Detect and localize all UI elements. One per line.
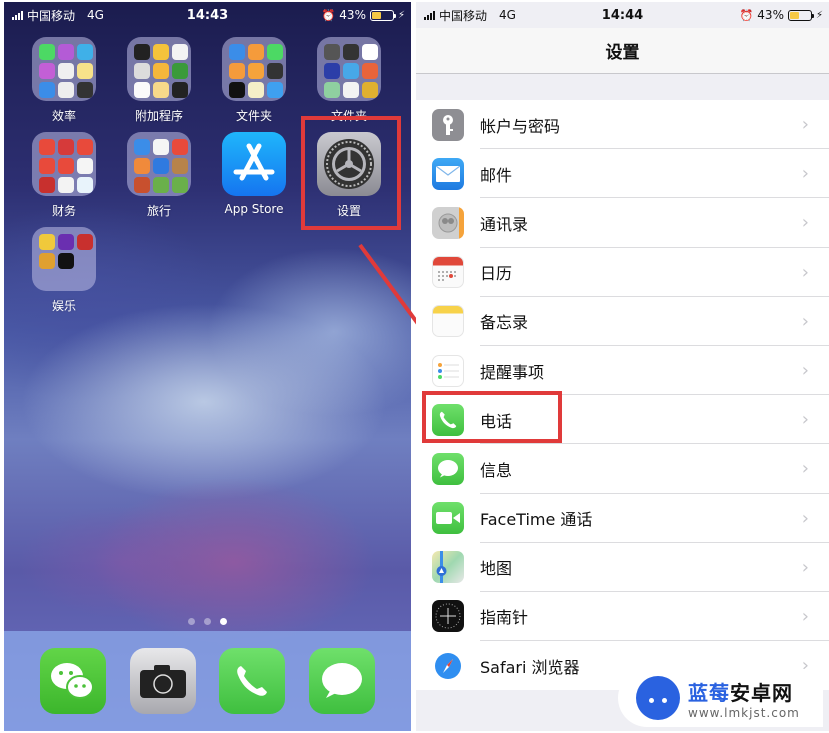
settings-item-accounts[interactable]: 帐户与密码 ›: [416, 100, 829, 150]
network-type: 4G: [499, 8, 516, 22]
dock: [4, 631, 411, 731]
messages-icon: [432, 452, 464, 485]
signal-icon: [12, 10, 23, 20]
settings-item-messages[interactable]: 信息 ›: [416, 444, 829, 494]
page-title: 设置: [416, 28, 829, 74]
folder-icon: [32, 132, 96, 196]
folder-icon: [127, 37, 191, 101]
app-label: 娱乐: [51, 299, 76, 313]
home-screen: 中国移动 4G 14:43 ⏰ 43% ⚡ 效率 附加程序 文件夹 文件夹 财务…: [4, 2, 411, 731]
chevron-right-icon: ›: [801, 458, 809, 480]
settings-item-notes[interactable]: 备忘录 ›: [416, 297, 829, 347]
app-label: 效率: [51, 109, 76, 123]
chevron-right-icon: ›: [801, 409, 809, 431]
watermark: 蓝莓安卓网 www.lmkjst.com: [618, 669, 823, 727]
chevron-right-icon: ›: [801, 163, 809, 185]
battery-icon: [369, 9, 396, 21]
maps-icon: [432, 551, 464, 584]
key-icon: [432, 108, 464, 141]
watermark-brand: 蓝莓安卓网: [688, 680, 793, 705]
app-label: App Store: [224, 202, 284, 216]
folder-icon: [222, 37, 286, 101]
charging-icon: ⚡: [815, 9, 823, 21]
phone-icon[interactable]: [219, 648, 286, 714]
settings-item-label: 帐户与密码: [480, 116, 561, 136]
alarm-icon: ⏰: [739, 8, 754, 22]
android-logo-icon: [636, 676, 680, 720]
mail-icon: [432, 157, 464, 190]
settings-item-maps[interactable]: 地图 ›: [416, 543, 829, 593]
chevron-right-icon: ›: [801, 605, 809, 627]
settings-item-label: 通讯录: [480, 214, 529, 234]
chevron-right-icon: ›: [801, 310, 809, 332]
folder-entertainment[interactable]: 娱乐: [27, 227, 101, 314]
folder-icon: [317, 37, 381, 101]
messages-icon[interactable]: [309, 648, 376, 714]
settings-item-label: 邮件: [480, 165, 513, 185]
app-label: 文件夹: [235, 109, 272, 123]
chevron-right-icon: ›: [801, 114, 809, 136]
settings-screen: 中国移动 4G 14:44 ⏰ 43% ⚡ 设置 帐户与密码 › 邮件 › 通讯…: [416, 2, 829, 731]
settings-item-label: 备忘录: [480, 313, 529, 333]
chevron-right-icon: ›: [801, 556, 809, 578]
chevron-right-icon: ›: [801, 261, 809, 283]
folder-icon: [127, 132, 191, 196]
status-bar: 中国移动 4G 14:44 ⏰ 43% ⚡: [416, 2, 829, 28]
chevron-right-icon: ›: [801, 212, 809, 234]
settings-item-label: 信息: [480, 460, 513, 480]
status-bar: 中国移动 4G 14:43 ⏰ 43% ⚡: [4, 2, 411, 28]
carrier: 中国移动: [439, 8, 488, 23]
chevron-right-icon: ›: [801, 360, 809, 382]
settings-item-mail[interactable]: 邮件 ›: [416, 149, 829, 199]
page-indicator[interactable]: [4, 618, 411, 625]
battery-percent: 43%: [339, 8, 366, 22]
app-label: 财务: [51, 204, 76, 218]
wechat-icon[interactable]: [39, 648, 106, 714]
watermark-url: www.lmkjst.com: [688, 705, 800, 720]
folder-finance[interactable]: 财务: [27, 132, 101, 219]
carrier: 中国移动: [27, 8, 76, 23]
settings-item-label: 指南针: [480, 608, 529, 628]
page-dot[interactable]: [188, 618, 195, 625]
alarm-icon: ⏰: [321, 8, 336, 22]
folder-files-2[interactable]: 文件夹: [312, 37, 386, 124]
battery-icon: [787, 9, 814, 21]
network-type: 4G: [87, 8, 104, 22]
contacts-icon: [432, 206, 464, 239]
folder-travel[interactable]: 旅行: [122, 132, 196, 219]
settings-item-label: FaceTime 通话: [480, 510, 593, 530]
app-store-icon: [222, 132, 286, 196]
highlight-box-phone: [422, 391, 562, 443]
compass-icon: [432, 600, 464, 633]
settings-item-calendar[interactable]: 日历 ›: [416, 248, 829, 297]
chevron-right-icon: ›: [801, 507, 809, 529]
settings-item-contacts[interactable]: 通讯录 ›: [416, 198, 829, 248]
calendar-icon: [432, 256, 464, 289]
folder-files-1[interactable]: 文件夹: [217, 37, 291, 124]
charging-icon: ⚡: [397, 9, 405, 21]
settings-item-reminders[interactable]: 提醒事项 ›: [416, 346, 829, 396]
folder-icon: [32, 37, 96, 101]
highlight-box-settings: [301, 116, 401, 230]
page-dot-active[interactable]: [220, 618, 227, 625]
signal-icon: [424, 10, 435, 20]
safari-icon: [432, 649, 464, 682]
folder-extras[interactable]: 附加程序: [122, 37, 196, 124]
battery-percent: 43%: [757, 8, 784, 22]
app-label: 附加程序: [134, 109, 183, 123]
camera-icon[interactable]: [129, 648, 196, 714]
folder-icon: [32, 227, 96, 291]
folder-efficiency[interactable]: 效率: [27, 37, 101, 124]
page-dot[interactable]: [204, 618, 211, 625]
settings-item-label: 日历: [480, 264, 513, 284]
app-store-app[interactable]: App Store: [217, 132, 291, 216]
notes-icon: [432, 305, 464, 338]
reminders-icon: [432, 354, 464, 387]
settings-item-label: 地图: [480, 559, 513, 579]
facetime-icon: [432, 502, 464, 535]
app-label: 旅行: [146, 204, 171, 218]
settings-item-compass[interactable]: 指南针 ›: [416, 592, 829, 642]
settings-item-facetime[interactable]: FaceTime 通话 ›: [416, 494, 829, 543]
settings-item-label: 提醒事项: [480, 362, 545, 382]
